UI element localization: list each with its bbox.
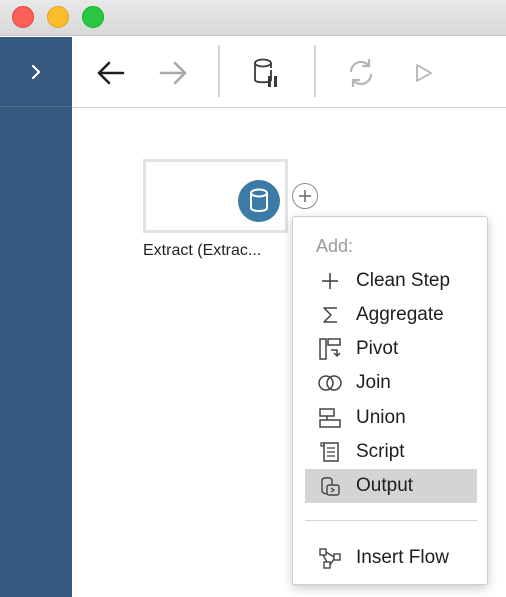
flow-node-label[interactable]: Extract (Extrac... — [143, 242, 293, 260]
menu-item-label: Pivot — [356, 338, 399, 359]
menu-item-label: Clean Step — [356, 270, 451, 291]
join-icon — [317, 370, 343, 396]
chevron-right-icon — [31, 64, 41, 79]
union-icon — [317, 405, 343, 431]
sidebar — [0, 37, 72, 597]
menu-item-label: Union — [356, 407, 406, 428]
refresh-icon — [349, 58, 373, 88]
menu-item-label: Script — [356, 441, 405, 462]
menu-item-output[interactable]: Output — [305, 469, 477, 503]
menu-item-union[interactable]: Union — [305, 401, 477, 435]
output-icon — [317, 473, 343, 499]
insert-flow-icon — [317, 545, 343, 571]
menu-item-script[interactable]: Script — [305, 435, 477, 469]
arrow-right-icon — [159, 61, 187, 85]
toolbar-separator — [314, 45, 316, 97]
forward-button[interactable] — [151, 51, 195, 95]
pause-updates-button[interactable] — [244, 51, 288, 95]
menu-item-label: Join — [356, 372, 391, 393]
add-step-menu: Add: Clean Step Aggregate Pivot Join Uni… — [292, 216, 488, 585]
sigma-icon — [317, 302, 343, 328]
toolbar — [72, 37, 506, 108]
toolbar-separator — [218, 45, 220, 97]
menu-item-join[interactable]: Join — [305, 366, 477, 400]
menu-item-label: Output — [356, 475, 414, 496]
window-titlebar — [0, 0, 506, 36]
back-button[interactable] — [89, 51, 133, 95]
menu-header: Add: — [316, 236, 354, 256]
database-icon — [238, 180, 280, 222]
refresh-button[interactable] — [339, 51, 383, 95]
window-maximize-button[interactable] — [82, 6, 104, 28]
menu-divider — [305, 520, 477, 521]
add-step-button[interactable] — [292, 183, 318, 209]
menu-item-clean-step[interactable]: Clean Step — [305, 264, 477, 298]
menu-item-aggregate[interactable]: Aggregate — [305, 298, 477, 332]
sidebar-toggle-button[interactable] — [0, 37, 72, 107]
menu-item-insert-flow[interactable]: Insert Flow — [305, 541, 477, 575]
arrow-left-icon — [97, 61, 125, 85]
script-icon — [317, 439, 343, 465]
menu-item-pivot[interactable]: Pivot — [305, 332, 477, 366]
plus-circle-icon — [299, 190, 311, 202]
window-close-button[interactable] — [12, 6, 34, 28]
run-button[interactable] — [401, 51, 445, 95]
database-pause-icon — [254, 58, 277, 87]
menu-item-label: Insert Flow — [356, 547, 449, 568]
window-minimize-button[interactable] — [47, 6, 69, 28]
pivot-icon — [317, 336, 343, 362]
flow-node-card[interactable] — [143, 159, 288, 233]
play-icon — [416, 64, 432, 82]
plus-icon — [317, 268, 343, 294]
menu-item-label: Aggregate — [356, 304, 444, 325]
